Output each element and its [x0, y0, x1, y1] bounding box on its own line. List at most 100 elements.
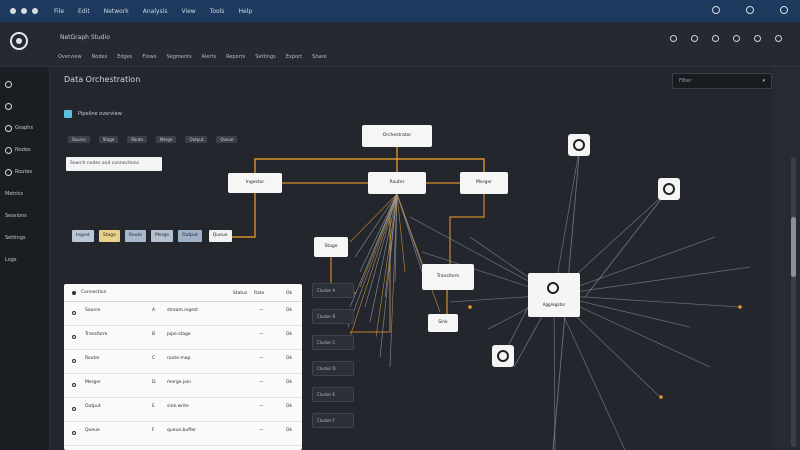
- subnav-item[interactable]: Segments: [166, 54, 191, 60]
- table-row[interactable]: Transform Bpipe.stage — Ok: [64, 326, 302, 350]
- subnav-item[interactable]: Export: [286, 54, 302, 60]
- graph-node-mid[interactable]: Transform: [422, 264, 474, 290]
- graph-edge: [553, 266, 751, 296]
- cell-path: pipe.stage: [167, 332, 191, 337]
- node-icon: [573, 139, 585, 151]
- column-header[interactable]: Ok: [286, 291, 292, 296]
- tab-merge[interactable]: Merge: [155, 136, 177, 143]
- cell-name: Router: [85, 356, 100, 361]
- cell-id: C: [152, 356, 156, 361]
- subnav-item[interactable]: Share: [312, 54, 326, 60]
- graph-node-circle[interactable]: [658, 178, 680, 200]
- app-logo-icon: [10, 32, 28, 50]
- tab-queue[interactable]: Queue: [216, 136, 238, 143]
- table-row[interactable]: Merger Dmerge.join — Ok: [64, 374, 302, 398]
- clock-icon[interactable]: [691, 35, 698, 42]
- scrollbar-thumb[interactable]: [791, 217, 796, 277]
- window-dot[interactable]: [21, 8, 27, 14]
- column-header[interactable]: Status: [233, 291, 247, 296]
- tab-output[interactable]: Output: [185, 136, 208, 143]
- menu-item[interactable]: File: [54, 8, 64, 15]
- tab-source[interactable]: Source: [68, 136, 90, 143]
- filter-chip[interactable]: Stage: [98, 230, 120, 242]
- menu-item[interactable]: Tools: [210, 8, 225, 15]
- table-row[interactable]: Source Astream.ingest — Ok: [64, 302, 302, 326]
- settings-icon[interactable]: [712, 6, 720, 14]
- user-icon[interactable]: [746, 6, 754, 14]
- refresh-icon[interactable]: [670, 35, 677, 42]
- export-icon[interactable]: [754, 35, 761, 42]
- table-row[interactable]: Router Croute.map — Ok: [64, 350, 302, 374]
- node-icon: [5, 146, 12, 154]
- menu-item[interactable]: Help: [239, 8, 253, 15]
- cluster-chip[interactable]: Cluster E: [312, 387, 354, 402]
- sidebar-item-nodes[interactable]: Nodes: [5, 139, 49, 161]
- menu-item[interactable]: Edit: [78, 8, 90, 15]
- graph-node-root[interactable]: Orchestrator: [362, 125, 432, 147]
- menu-item[interactable]: View: [181, 8, 195, 15]
- sidebar-item-sessions[interactable]: Sessions: [5, 205, 49, 227]
- chevron-down-icon: ▾: [762, 78, 765, 84]
- graph-node-hub[interactable]: Aggregator: [528, 273, 580, 317]
- graph-node-left[interactable]: Ingestor: [228, 173, 282, 193]
- edge-endpoint: [738, 305, 742, 309]
- subnav-item[interactable]: Flows: [142, 54, 156, 60]
- graph-edge: [396, 193, 441, 313]
- cluster-chip[interactable]: Cluster F: [312, 413, 354, 428]
- hub-label: Aggregator: [542, 302, 566, 307]
- edge-endpoint: [659, 395, 663, 399]
- table-row[interactable]: Queue Fqueue.buffer — Ok: [64, 422, 302, 446]
- menu-item[interactable]: Analysis: [143, 8, 168, 15]
- share-icon[interactable]: [712, 35, 719, 42]
- search-input[interactable]: Filter ▾: [672, 73, 772, 89]
- graph-node-small[interactable]: Stage: [314, 237, 348, 257]
- subnav-item[interactable]: Alerts: [202, 54, 217, 60]
- scrollbar-track[interactable]: [791, 157, 796, 447]
- cell-path: queue.buffer: [167, 428, 196, 433]
- sidebar-item-graphs[interactable]: Graphs: [5, 117, 49, 139]
- sidebar-item-network[interactable]: [5, 95, 49, 117]
- subnav-item[interactable]: Nodes: [92, 54, 108, 60]
- help-icon[interactable]: [733, 35, 740, 42]
- graph-node-circle[interactable]: [568, 134, 590, 156]
- graph-node-low[interactable]: Sink: [428, 314, 458, 332]
- profile-icon[interactable]: [775, 35, 782, 42]
- filter-chip[interactable]: Merge: [151, 230, 174, 242]
- cluster-chip[interactable]: Cluster B: [312, 309, 354, 324]
- menu-item[interactable]: Network: [104, 8, 129, 15]
- filter-chip[interactable]: Output: [178, 230, 202, 242]
- column-header[interactable]: Rate: [254, 291, 264, 296]
- cell-status: Ok: [286, 356, 293, 361]
- search-placeholder: Filter: [679, 78, 692, 84]
- sidebar-item-home[interactable]: [5, 73, 49, 95]
- subnav-item[interactable]: Reports: [226, 54, 245, 60]
- subnav-item[interactable]: Overview: [58, 54, 82, 60]
- connections-table: Connection Status Rate Ok Source Astream.…: [64, 284, 302, 450]
- sidebar-item-settings[interactable]: Settings: [5, 227, 49, 249]
- filter-chip[interactable]: Route: [124, 230, 147, 242]
- column-header[interactable]: Connection: [81, 290, 106, 295]
- tab-route[interactable]: Route: [127, 136, 147, 143]
- table-row[interactable]: Output Esink.write — Ok: [64, 398, 302, 422]
- subnav-item[interactable]: Settings: [255, 54, 276, 60]
- filter-chip[interactable]: Ingest: [72, 230, 94, 242]
- cluster-chip[interactable]: Cluster C: [312, 335, 354, 350]
- sidebar-item-metrics[interactable]: Metrics: [5, 183, 49, 205]
- graph-node-right[interactable]: Merger: [460, 172, 508, 194]
- sub-navigation: Overview Nodes Edges Flows Segments Aler…: [58, 54, 327, 60]
- cluster-chip[interactable]: Cluster D: [312, 361, 354, 376]
- cluster-chip[interactable]: Cluster A: [312, 283, 354, 298]
- graph-node-center[interactable]: Router: [368, 172, 426, 194]
- sidebar-item-routes[interactable]: Routes: [5, 161, 49, 183]
- filter-chip[interactable]: Queue: [208, 230, 232, 242]
- window-dot[interactable]: [32, 8, 38, 14]
- window-dot[interactable]: [10, 8, 16, 14]
- notification-icon[interactable]: [780, 6, 788, 14]
- subnav-item[interactable]: Edges: [117, 54, 132, 60]
- cell-path: merge.join: [167, 380, 192, 385]
- graph-node-circle[interactable]: [492, 345, 514, 367]
- tab-stage[interactable]: Stage: [98, 136, 119, 143]
- row-icon: [72, 431, 76, 435]
- filter-field[interactable]: Search nodes and connections: [66, 157, 162, 171]
- sidebar-item-logs[interactable]: Logs: [5, 249, 49, 271]
